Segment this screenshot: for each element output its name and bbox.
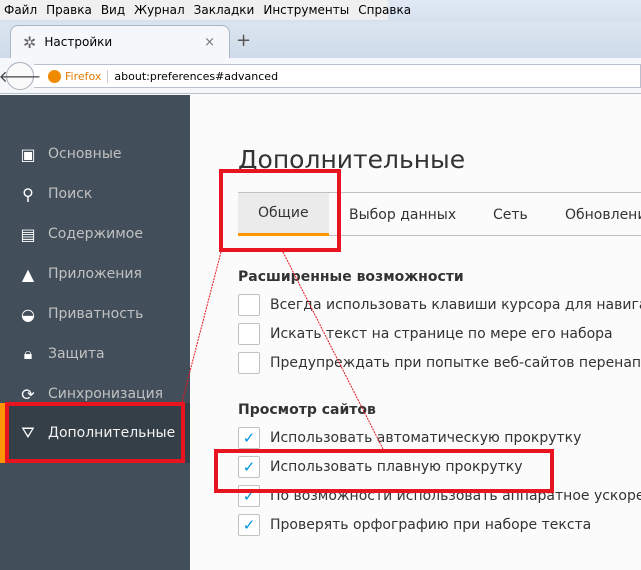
annotation-line (282, 251, 384, 450)
annotation-lines (181, 251, 384, 450)
annotation-line (181, 251, 222, 403)
